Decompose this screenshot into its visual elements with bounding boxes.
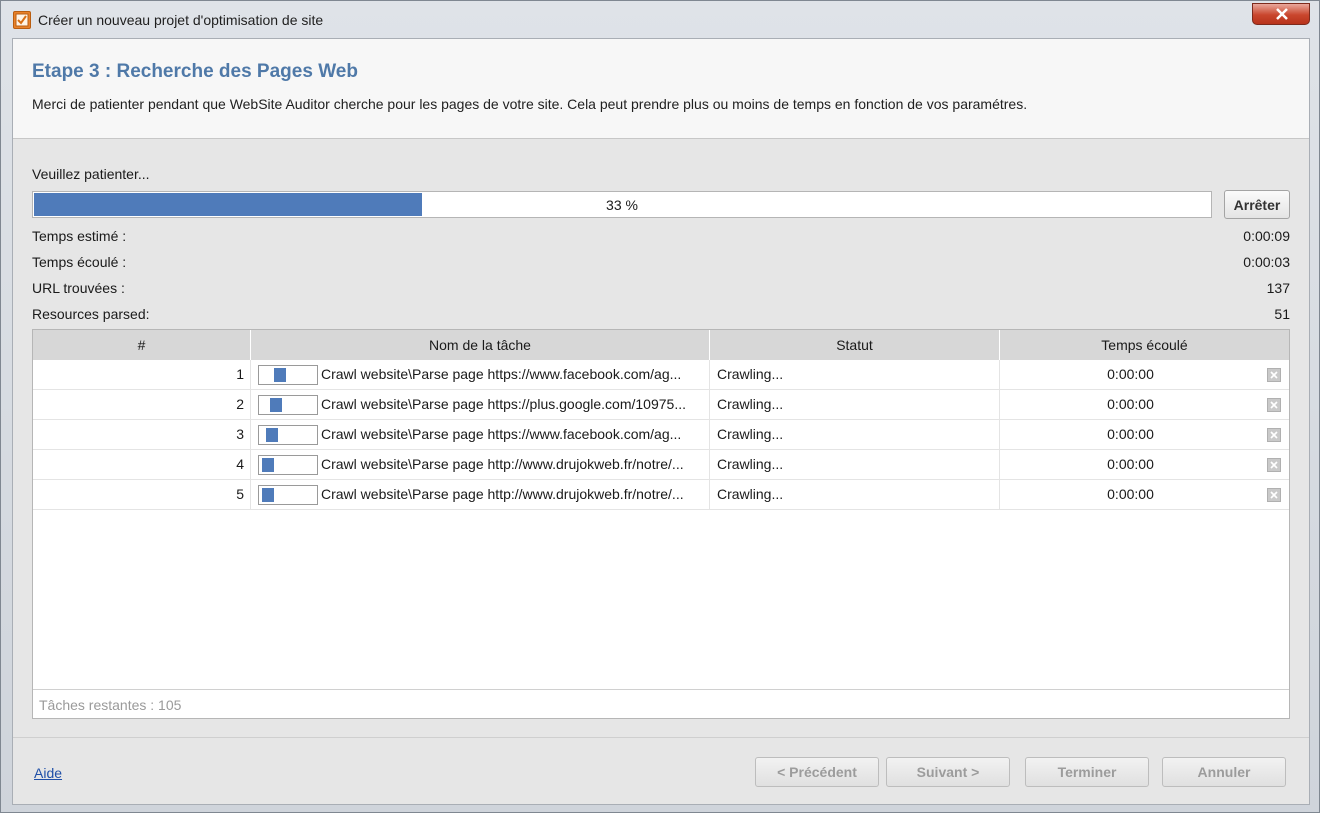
row-number: 3: [33, 420, 251, 449]
task-name: Crawl website\Parse page https://www.fac…: [321, 366, 682, 382]
stat-elapsed-value: 0:00:03: [1243, 254, 1290, 270]
task-elapsed: 0:00:00: [1107, 396, 1154, 412]
task-elapsed: 0:00:00: [1107, 456, 1154, 472]
task-progress-indicator: [258, 425, 318, 445]
help-link[interactable]: Aide: [34, 765, 62, 781]
column-header-number[interactable]: #: [33, 330, 251, 360]
window-title: Créer un nouveau projet d'optimisation d…: [38, 12, 324, 28]
task-cell: Crawl website\Parse page https://www.fac…: [251, 420, 710, 449]
table-row[interactable]: 5 Crawl website\Parse page http://www.dr…: [33, 480, 1289, 510]
task-table[interactable]: # Nom de la tâche Statut Temps écoulé 1 …: [32, 329, 1290, 719]
remove-task-icon[interactable]: [1267, 488, 1281, 502]
task-status: Crawling...: [710, 480, 1000, 509]
row-number: 4: [33, 450, 251, 479]
app-icon: [13, 11, 31, 29]
task-progress-fill: [261, 488, 274, 502]
row-number: 2: [33, 390, 251, 419]
table-row[interactable]: 2 Crawl website\Parse page https://plus.…: [33, 390, 1289, 420]
task-progress-indicator: [258, 395, 318, 415]
task-progress-fill: [261, 458, 274, 472]
task-name: Crawl website\Parse page https://plus.go…: [321, 396, 686, 412]
task-elapsed: 0:00:00: [1107, 426, 1154, 442]
task-status: Crawling...: [710, 360, 1000, 389]
table-row[interactable]: 1 Crawl website\Parse page https://www.f…: [33, 360, 1289, 390]
task-name: Crawl website\Parse page https://www.fac…: [321, 426, 682, 442]
progress-bar: 33 %: [32, 191, 1212, 218]
stat-estimated-label: Temps estimé :: [32, 228, 127, 244]
column-header-task[interactable]: Nom de la tâche: [251, 330, 710, 360]
close-button[interactable]: [1252, 3, 1310, 25]
stop-button[interactable]: Arrêter: [1224, 190, 1290, 219]
step-description: Merci de patienter pendant que WebSite A…: [32, 96, 1028, 112]
step-header: Etape 3 : Recherche des Pages Web Merci …: [13, 39, 1309, 139]
table-header: # Nom de la tâche Statut Temps écoulé: [33, 330, 1289, 360]
row-number: 1: [33, 360, 251, 389]
remove-task-icon[interactable]: [1267, 398, 1281, 412]
task-cell: Crawl website\Parse page http://www.druj…: [251, 480, 710, 509]
task-name: Crawl website\Parse page http://www.druj…: [321, 486, 684, 502]
task-progress-indicator: [258, 455, 318, 475]
cancel-button[interactable]: Annuler: [1162, 757, 1286, 787]
progress-label: Veuillez patienter...: [32, 166, 150, 182]
remove-task-icon[interactable]: [1267, 368, 1281, 382]
stat-urls-label: URL trouvées :: [32, 280, 125, 296]
task-status: Crawling...: [710, 390, 1000, 419]
dialog-client-area: Etape 3 : Recherche des Pages Web Merci …: [12, 38, 1310, 805]
progress-percent: 33 %: [606, 197, 638, 213]
task-progress-indicator: [258, 485, 318, 505]
next-button[interactable]: Suivant >: [886, 757, 1010, 787]
task-progress-fill: [270, 398, 283, 412]
remaining-tasks-bar: Tâches restantes : 105: [33, 689, 1289, 718]
stat-resources-value: 51: [1274, 306, 1290, 322]
stat-elapsed-label: Temps écoulé :: [32, 254, 127, 270]
table-row[interactable]: 4 Crawl website\Parse page http://www.dr…: [33, 450, 1289, 480]
task-elapsed: 0:00:00: [1107, 486, 1154, 502]
column-header-time[interactable]: Temps écoulé: [1000, 330, 1289, 360]
footer-divider: [13, 737, 1309, 738]
task-status: Crawling...: [710, 450, 1000, 479]
finish-button[interactable]: Terminer: [1025, 757, 1149, 787]
close-icon: [1276, 8, 1288, 20]
task-cell: Crawl website\Parse page https://www.fac…: [251, 360, 710, 389]
row-number: 5: [33, 480, 251, 509]
stat-resources-label: Resources parsed:: [32, 306, 150, 322]
remaining-tasks-text: Tâches restantes : 105: [39, 697, 182, 713]
step-title: Etape 3 : Recherche des Pages Web: [32, 61, 358, 82]
remove-task-icon[interactable]: [1267, 428, 1281, 442]
task-elapsed: 0:00:00: [1107, 366, 1154, 382]
title-bar[interactable]: Créer un nouveau projet d'optimisation d…: [1, 1, 1319, 38]
task-progress-indicator: [258, 365, 318, 385]
stat-urls-value: 137: [1266, 280, 1290, 296]
task-progress-fill: [266, 428, 279, 442]
task-status: Crawling...: [710, 420, 1000, 449]
task-name: Crawl website\Parse page http://www.druj…: [321, 456, 684, 472]
remove-task-icon[interactable]: [1267, 458, 1281, 472]
table-row[interactable]: 3 Crawl website\Parse page https://www.f…: [33, 420, 1289, 450]
previous-button[interactable]: < Précédent: [755, 757, 879, 787]
column-header-status[interactable]: Statut: [710, 330, 1000, 360]
task-cell: Crawl website\Parse page http://www.druj…: [251, 450, 710, 479]
task-progress-fill: [273, 368, 286, 382]
task-cell: Crawl website\Parse page https://plus.go…: [251, 390, 710, 419]
stat-estimated-value: 0:00:09: [1243, 228, 1290, 244]
dialog-window: Créer un nouveau projet d'optimisation d…: [0, 0, 1320, 813]
